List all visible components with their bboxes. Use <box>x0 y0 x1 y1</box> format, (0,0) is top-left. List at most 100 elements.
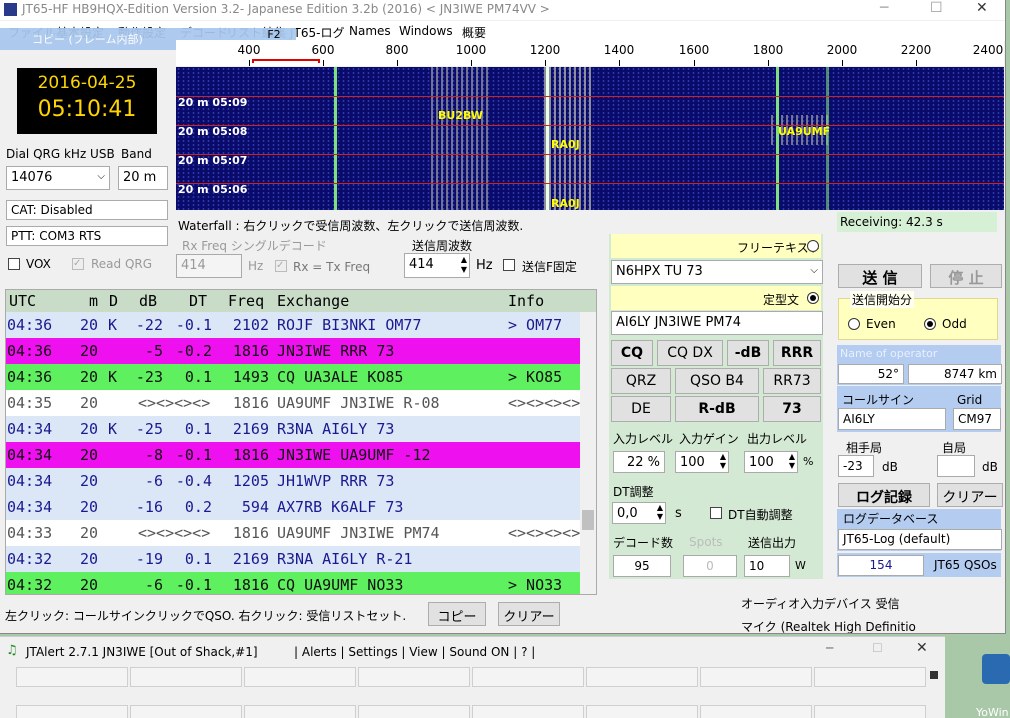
input-level-label: 入力レベル <box>613 432 674 446</box>
dial-qrg-value: 14076 <box>11 170 53 185</box>
free-text-select[interactable]: N6HPX TU 73 ⌵ <box>611 260 823 284</box>
callsign-slot[interactable] <box>586 667 698 687</box>
log-qso-button[interactable]: ログ記録 <box>838 483 930 507</box>
fixed-text-field[interactable]: AI6LY JN3IWE PM74 <box>611 311 823 335</box>
free-text-radio[interactable] <box>807 240 819 252</box>
callsign-slot[interactable] <box>16 667 128 687</box>
waterfall-display[interactable]: 20 m 05:09 20 m 05:08 20 m 05:07 20 m 05… <box>176 67 1004 210</box>
maximize-icon[interactable]: ☐ <box>872 641 883 655</box>
callsign-slot[interactable] <box>244 667 356 687</box>
qrz-button[interactable]: QRZ <box>611 368 671 394</box>
frequency-scale[interactable]: 400 600 800 1000 1200 1400 1600 1800 200… <box>176 40 1004 66</box>
clear-log-button[interactable]: クリアー <box>937 483 1003 507</box>
tx-frequency-marker[interactable] <box>252 59 320 63</box>
rx-eq-tx-label: Rx = Tx Freq <box>293 260 371 274</box>
r-db-button[interactable]: R-dB <box>675 396 759 422</box>
dial-qrg-select[interactable]: 14076 ⌵ <box>6 166 110 190</box>
tx-odd-radio[interactable] <box>924 318 936 330</box>
callsign-slot[interactable] <box>130 667 242 687</box>
decode-row[interactable]: 04:34 20 K -25 0.1 2169 R3NA AI6LY 73 <box>6 416 580 442</box>
tx-freq-stepper[interactable]: 414 ▲ ▼ <box>404 253 470 278</box>
close-icon[interactable]: ✕ <box>976 0 988 16</box>
waterfall-signal-label: RA0J <box>551 197 580 210</box>
jtalert-menu[interactable]: | Alerts | Settings | View | Sound ON | … <box>294 645 535 659</box>
decode-row[interactable]: 04:34 20 -8 -0.1 1816 JN3IWE UA9UMF -12 <box>6 442 580 468</box>
log-db-value[interactable]: JT65-Log (default) <box>838 529 1002 550</box>
callsign-slot[interactable] <box>814 705 926 718</box>
decode-cell-utc: 04:36 <box>7 316 53 334</box>
dt-adjust-label: DT調整 <box>613 485 654 499</box>
decode-row[interactable]: 04:34 20 -16 0.2 594 AX7RB K6ALF 73 <box>6 494 580 520</box>
fixed-text-radio[interactable] <box>807 292 819 304</box>
callsign-field[interactable]: AI6LY <box>838 408 946 430</box>
operator-name-field[interactable]: Name of operator <box>840 347 937 360</box>
callsign-slot[interactable] <box>586 705 698 718</box>
read-qrg-checkbox[interactable]: ✓ <box>72 258 84 270</box>
vox-checkbox[interactable] <box>8 258 20 270</box>
qso-b4-button[interactable]: QSO B4 <box>675 368 759 394</box>
col-utc: UTC <box>9 292 37 310</box>
minimize-icon[interactable]: ─ <box>826 641 833 655</box>
callsign-slot[interactable] <box>244 705 356 718</box>
decode-row[interactable]: 04:32 20 -6 -0.1 1816 CQ UA9UMF NO33 > NO33 <box>6 572 580 594</box>
callsign-slot[interactable] <box>130 705 242 718</box>
output-level-stepper[interactable]: 100 ▲ ▼ <box>744 451 798 473</box>
stop-button[interactable]: 停 止 <box>930 264 1002 288</box>
tx-even-radio[interactable] <box>848 318 860 330</box>
my-db-field[interactable] <box>937 455 975 477</box>
band-field[interactable]: 20 m <box>118 166 168 190</box>
copy-button[interactable]: コピー <box>428 602 486 626</box>
callsign-slot[interactable] <box>700 667 812 687</box>
callsign-slot[interactable] <box>472 667 584 687</box>
decode-row[interactable]: 04:34 20 -6 -0.4 1205 JH1WVP RRR 73 <box>6 468 580 494</box>
callsign-slot[interactable] <box>814 667 926 687</box>
callsign-slot[interactable] <box>700 705 812 718</box>
minus-db-button[interactable]: -dB <box>727 340 769 366</box>
menu-names[interactable]: Names <box>349 24 391 38</box>
cq-button[interactable]: CQ <box>611 340 653 366</box>
rr73-button[interactable]: RR73 <box>763 368 821 394</box>
clear-button[interactable]: クリアー <box>498 602 560 626</box>
menu-jt65-log[interactable]: JT65-ログ <box>290 24 344 41</box>
menu-about[interactable]: 概要 <box>462 24 486 41</box>
maximize-icon[interactable]: ☐ <box>930 0 943 16</box>
rx-eq-tx-checkbox[interactable]: ✓ <box>275 260 287 272</box>
decode-cell-exchange: CQ UA9UMF NO33 <box>277 576 404 594</box>
col-freq: Freq <box>228 292 265 310</box>
dt-adjust-stepper[interactable]: 0,0 ▲ ▼ <box>612 502 666 524</box>
cq-dx-button[interactable]: CQ DX <box>657 340 723 366</box>
73-button[interactable]: 73 <box>763 396 821 422</box>
decode-cell-m: 20 <box>79 316 98 334</box>
rrr-button[interactable]: RRR <box>773 340 821 366</box>
menu-windows[interactable]: Windows <box>399 24 453 38</box>
callsign-slot[interactable] <box>358 667 470 687</box>
decode-cell-freq: 594 <box>241 498 269 516</box>
jtalert-grip[interactable] <box>930 671 938 679</box>
dt-auto-checkbox[interactable] <box>710 507 722 519</box>
callsign-slot[interactable] <box>16 705 128 718</box>
decode-list-scrollbar[interactable] <box>580 312 596 594</box>
dt-adjust-value: 0,0 <box>617 506 638 521</box>
close-icon[interactable]: ✕ <box>916 640 928 656</box>
decode-row[interactable]: 04:36 20 K -22 -0.1 2102 ROJF BI3NKI OM77 > OM7… <box>6 312 580 338</box>
decode-row[interactable]: 04:36 20 K -23 0.1 1493 CQ UA3ALE KO85 > KO85 <box>6 364 580 390</box>
yowin-icon[interactable] <box>982 654 1010 684</box>
send-button[interactable]: 送 信 <box>838 264 922 288</box>
decode-row[interactable]: 04:36 20 -5 -0.2 1816 JN3IWE RRR 73 <box>6 338 580 364</box>
decode-row[interactable]: 04:33 20 <><><><> 1816 UA9UMF JN3IWE PM74 <><… <box>6 520 596 546</box>
de-button[interactable]: DE <box>611 396 671 422</box>
their-db-field[interactable]: -23 <box>838 455 874 477</box>
decode-list[interactable]: UTC m D dB DT Freq Exchange Info 04:36 20… <box>5 289 597 595</box>
tx-power-field[interactable]: 10 <box>744 555 790 577</box>
decode-row[interactable]: 04:32 20 -19 0.1 2169 R3NA AI6LY R-21 <box>6 546 580 572</box>
spots-value: 0 <box>683 555 737 577</box>
callsign-slot[interactable] <box>472 705 584 718</box>
input-gain-stepper[interactable]: 100 ▲ ▼ <box>675 451 729 473</box>
minimize-icon[interactable]: ─ <box>880 0 888 16</box>
rx-freq-stepper[interactable]: 414 <box>176 254 242 278</box>
tx-even-label: Even <box>866 317 896 331</box>
tx-freq-fixed-checkbox[interactable] <box>503 259 515 271</box>
callsign-slot[interactable] <box>358 705 470 718</box>
grid-field[interactable]: CM97 <box>953 408 1001 430</box>
decode-row[interactable]: 04:35 20 <><><><> 1816 UA9UMF JN3IWE R-08 <><… <box>6 390 596 416</box>
